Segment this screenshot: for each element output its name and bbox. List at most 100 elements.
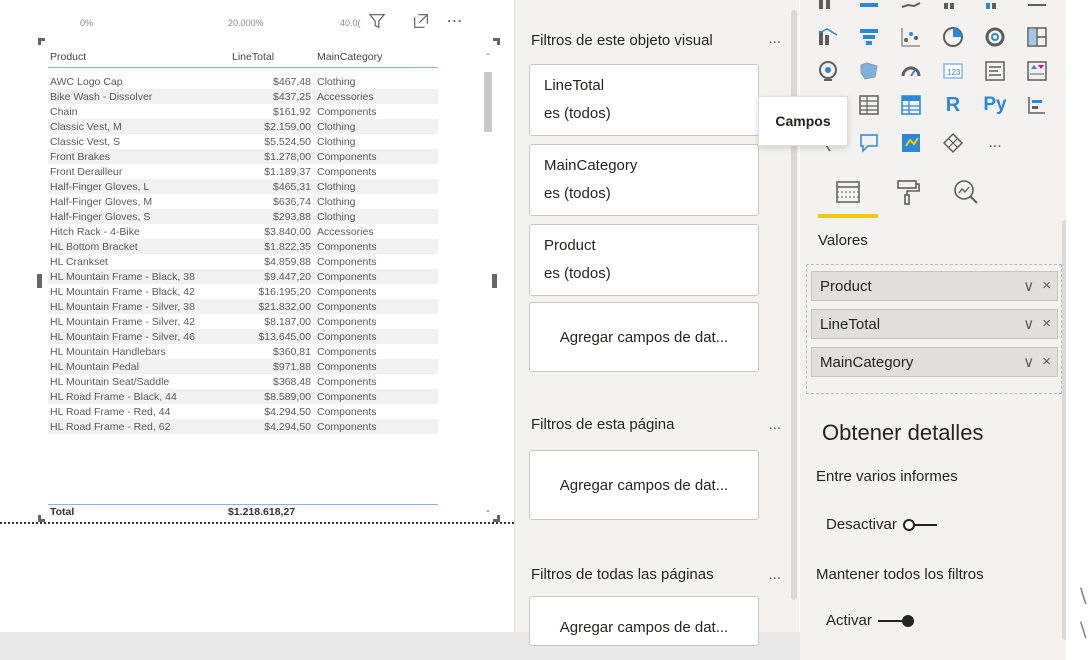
page-filters-more-button[interactable]: ... xyxy=(768,416,781,433)
table-row[interactable]: Half-Finger Gloves, M $636,74 Clothing xyxy=(48,194,438,209)
filter-card-linetotal[interactable]: LineTotal es (todos) xyxy=(529,64,759,136)
waterfall-chart-icon[interactable] xyxy=(1024,0,1050,14)
pie-chart-icon[interactable] xyxy=(940,24,966,50)
table-row[interactable]: HL Bottom Bracket $1.822,35 Components xyxy=(48,239,438,254)
cell-maincategory: Components xyxy=(317,255,377,268)
treemap-icon[interactable] xyxy=(1024,24,1050,50)
close-icon[interactable]: × xyxy=(1042,277,1051,295)
table-row[interactable]: Hitch Rack - 4-Bike $3.840,00 Accessories xyxy=(48,224,438,239)
line-stacked-column-icon[interactable] xyxy=(815,24,841,50)
table-row[interactable]: Classic Vest, M $2.159,00 Clothing xyxy=(48,119,438,134)
collapse-icon[interactable]: ∖ xyxy=(1076,618,1089,643)
table-row[interactable]: HL Road Frame - Red, 62 $4.294,50 Componen… xyxy=(48,419,438,434)
table-scrollbar[interactable]: ⌃ ⌄ xyxy=(484,52,492,514)
tab-analytics[interactable] xyxy=(944,170,988,214)
column-header-maincategory[interactable]: MainCategory xyxy=(313,51,438,63)
filled-map-icon[interactable] xyxy=(856,58,882,84)
table-row[interactable]: HL Road Frame - Red, 44 $4.294,50 Componen… xyxy=(48,404,438,419)
table-row[interactable]: HL Road Frame - Black, 44 $8.589,00 Compon… xyxy=(48,389,438,404)
kpi-icon[interactable] xyxy=(1024,58,1050,84)
table-row[interactable]: Chain $161,92 Components xyxy=(48,104,438,119)
cell-product: HL Road Frame - Red, 44 xyxy=(50,405,171,418)
table-row[interactable]: HL Mountain Frame - Silver, 42 $8.187,00 C… xyxy=(48,314,438,329)
resize-handle[interactable] xyxy=(37,274,42,288)
funnel-chart-icon[interactable] xyxy=(856,24,882,50)
close-icon[interactable]: × xyxy=(1042,315,1051,333)
visual-filters-more-button[interactable]: ... xyxy=(768,30,781,47)
key-influencers-icon[interactable] xyxy=(1024,92,1050,118)
table-row[interactable]: Half-Finger Gloves, S $293,88 Clothing xyxy=(48,209,438,224)
focus-mode-icon[interactable] xyxy=(410,10,432,32)
resize-handle[interactable] xyxy=(493,515,500,522)
scroll-down-icon[interactable]: ⌄ xyxy=(484,505,492,514)
close-icon[interactable]: × xyxy=(1042,353,1051,371)
table-row[interactable]: HL Mountain Seat/Saddle $368,48 Components xyxy=(48,374,438,389)
python-visual-icon[interactable]: Py xyxy=(982,92,1008,118)
paginated-report-icon[interactable] xyxy=(940,130,966,156)
scrollbar-thumb[interactable] xyxy=(484,72,492,132)
line-chart-icon[interactable] xyxy=(898,0,924,14)
map-icon[interactable] xyxy=(815,58,841,84)
resize-handle[interactable] xyxy=(38,38,45,45)
filter-icon[interactable] xyxy=(366,10,388,32)
add-all-pages-filter-field[interactable]: Agregar campos de dat... xyxy=(529,596,759,646)
chevron-down-icon[interactable]: ∨ xyxy=(1023,277,1034,295)
toggle-switch[interactable] xyxy=(877,614,914,628)
column-header-product[interactable]: Product xyxy=(48,51,228,63)
tab-fields[interactable] xyxy=(826,170,870,214)
add-visual-filter-field[interactable]: Agregar campos de dat... xyxy=(529,302,759,372)
multi-row-card-icon[interactable] xyxy=(982,58,1008,84)
card-icon[interactable]: 123 xyxy=(940,58,966,84)
more-visuals-icon[interactable]: ... xyxy=(982,130,1008,156)
table-row[interactable]: Classic Vest, S $5.524,50 Clothing xyxy=(48,134,438,149)
table-row[interactable]: Front Brakes $1.278,00 Components xyxy=(48,149,438,164)
filter-card-product[interactable]: Product es (todos) xyxy=(529,224,759,296)
smart-narrative-icon[interactable] xyxy=(898,130,924,156)
page-filters-title: Filtros de esta página xyxy=(531,416,675,433)
values-well[interactable]: Product ∨ × LineTotal ∨ × MainCategory ∨ × xyxy=(806,264,1062,394)
add-page-filter-field[interactable]: Agregar campos de dat... xyxy=(529,450,759,520)
qna-icon[interactable] xyxy=(856,130,882,156)
table-row[interactable]: Front Derailleur $1.189,37 Components xyxy=(48,164,438,179)
table-row[interactable]: Bike Wash - Dissolver $437,25 Accessories xyxy=(48,89,438,104)
more-options-icon[interactable]: ⋯ xyxy=(444,10,466,32)
resize-handle[interactable] xyxy=(492,274,497,288)
matrix-icon[interactable] xyxy=(898,92,924,118)
table-row[interactable]: HL Crankset $4.859,88 Components xyxy=(48,254,438,269)
well-item-maincategory[interactable]: MainCategory ∨ × xyxy=(811,347,1058,377)
area-chart-icon[interactable] xyxy=(940,0,966,14)
resize-handle[interactable] xyxy=(493,38,500,45)
table-row[interactable]: HL Mountain Frame - Silver, 38 $21.832,00… xyxy=(48,299,438,314)
cross-report-toggle[interactable]: Desactivar xyxy=(826,516,939,533)
column-header-linetotal[interactable]: LineTotal xyxy=(228,51,313,63)
clustered-bar-chart-icon[interactable] xyxy=(856,0,882,14)
r-visual-icon[interactable]: R xyxy=(940,92,966,118)
keep-filters-toggle[interactable]: Activar xyxy=(826,612,914,629)
all-pages-filters-more-button[interactable]: ... xyxy=(768,566,781,583)
table-row[interactable]: HL Mountain Handlebars $360,81 Components xyxy=(48,344,438,359)
scroll-up-icon[interactable]: ⌃ xyxy=(484,52,492,61)
table-row[interactable]: HL Mountain Pedal $971,88 Components xyxy=(48,359,438,374)
chevron-down-icon[interactable]: ∨ xyxy=(1023,353,1034,371)
resize-handle[interactable] xyxy=(38,515,45,522)
table-row[interactable]: HL Mountain Frame - Black, 38 $9.447,20 Co… xyxy=(48,269,438,284)
table-row[interactable]: AWC Logo Cap $467,48 Clothing xyxy=(48,74,438,89)
toggle-switch[interactable] xyxy=(902,518,939,532)
ribbon-chart-icon[interactable] xyxy=(982,0,1008,14)
table-icon[interactable] xyxy=(856,92,882,118)
gauge-icon[interactable] xyxy=(898,58,924,84)
collapse-icon[interactable]: ∖ xyxy=(1076,584,1089,609)
well-item-product[interactable]: Product ∨ × xyxy=(811,271,1058,301)
donut-chart-icon[interactable] xyxy=(982,24,1008,50)
report-canvas[interactable]: 0% 20.000% 40.0( ⋯ Product LineTotal Mai… xyxy=(0,0,514,632)
stacked-bar-chart-icon[interactable] xyxy=(815,0,841,14)
well-item-linetotal[interactable]: LineTotal ∨ × xyxy=(811,309,1058,339)
table-row[interactable]: HL Mountain Frame - Silver, 46 $13.645,00… xyxy=(48,329,438,344)
filter-card-maincategory[interactable]: MainCategory es (todos) xyxy=(529,144,759,216)
tab-format[interactable] xyxy=(886,170,930,214)
table-visual[interactable]: Product LineTotal MainCategory AWC Logo … xyxy=(37,38,500,522)
scatter-chart-icon[interactable] xyxy=(898,24,924,50)
table-row[interactable]: HL Mountain Frame - Black, 42 $16.195,20 C… xyxy=(48,284,438,299)
table-row[interactable]: Half-Finger Gloves, L $465,31 Clothing xyxy=(48,179,438,194)
chevron-down-icon[interactable]: ∨ xyxy=(1023,315,1034,333)
